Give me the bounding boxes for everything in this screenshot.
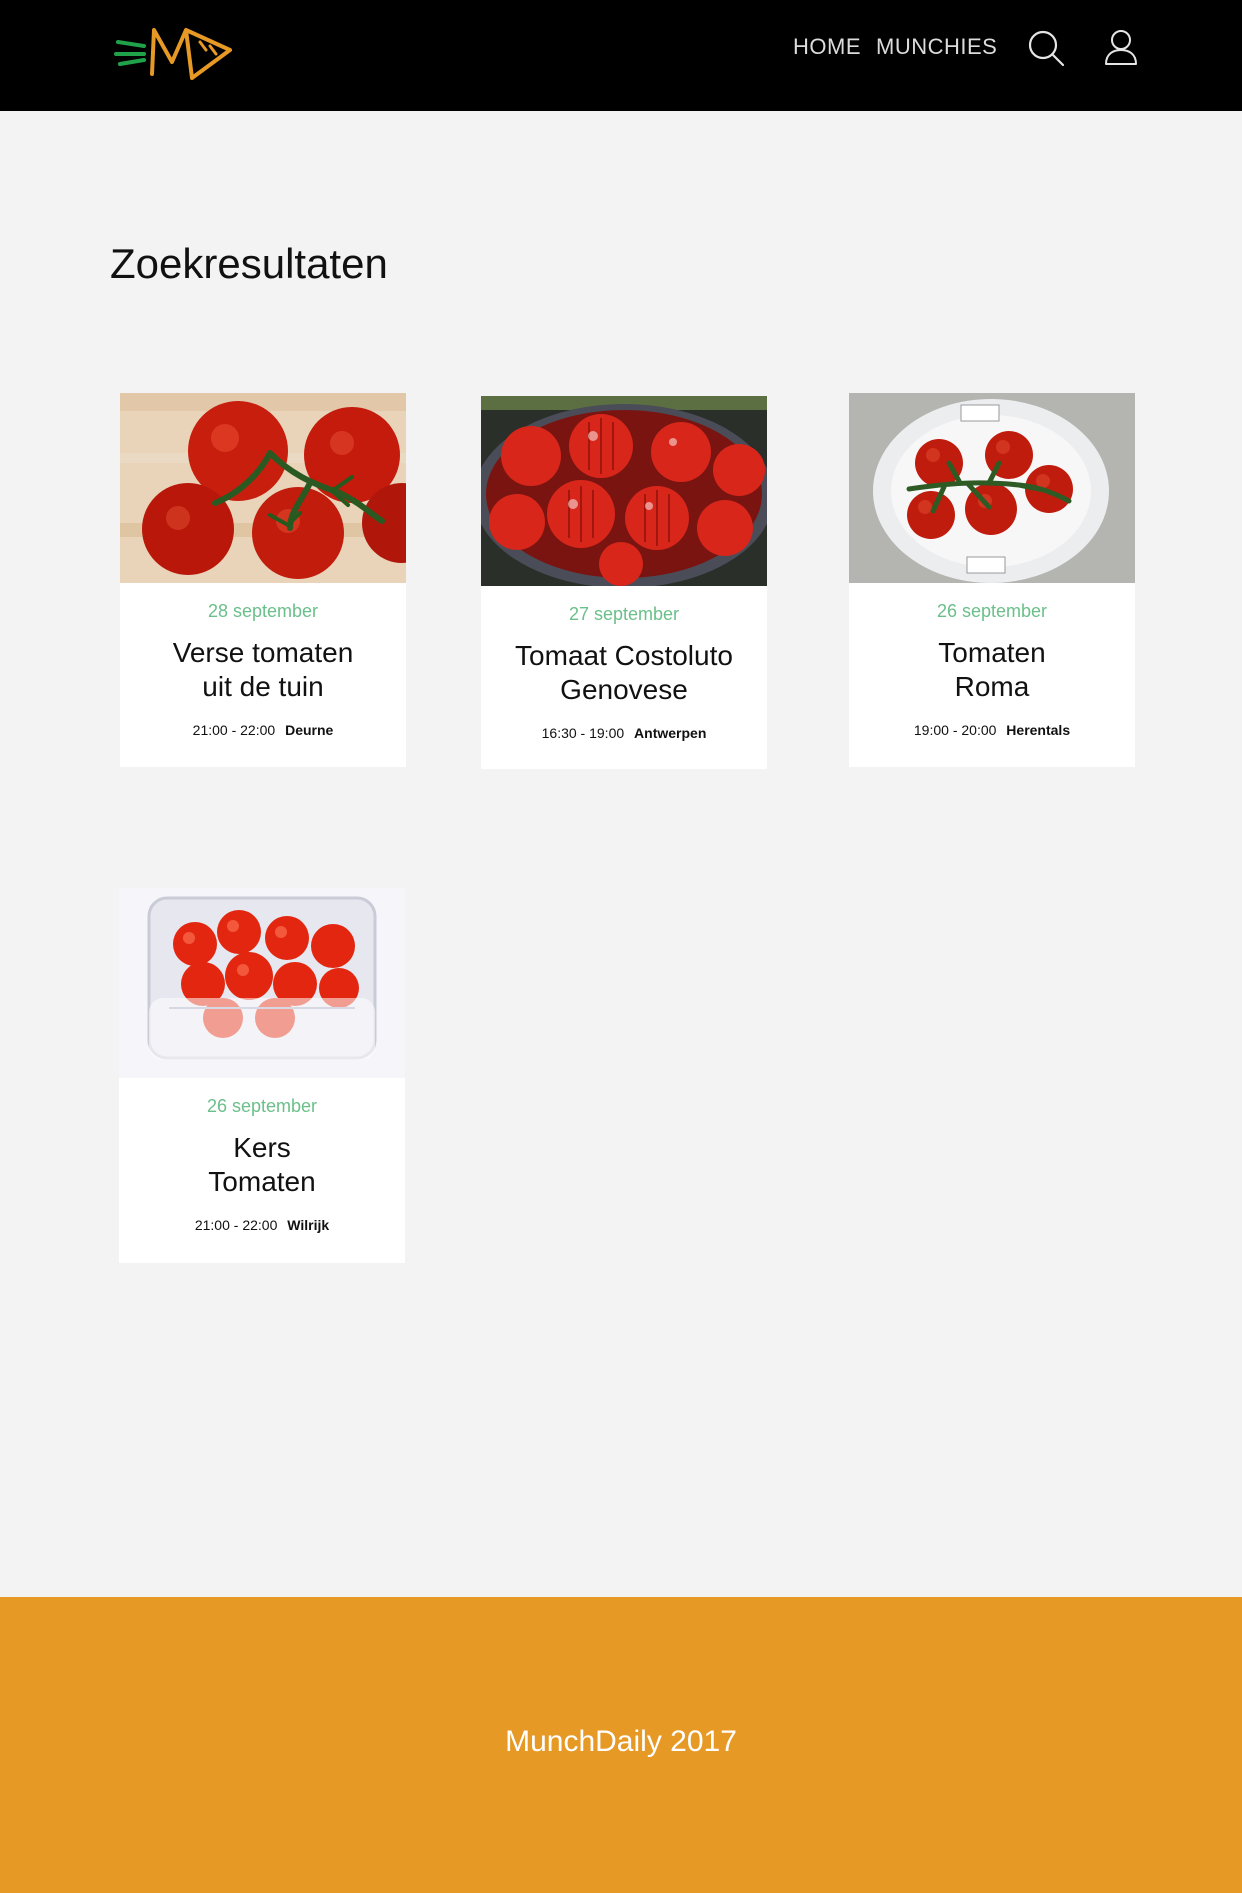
card-title: Tomaten Roma <box>872 636 1112 704</box>
costoluto-tomatoes-bowl-image <box>481 396 767 586</box>
card-meta: 16:30 - 19:00 Antwerpen <box>481 725 767 741</box>
user-icon[interactable] <box>1101 28 1141 68</box>
card-title-line1: Tomaten <box>938 637 1046 668</box>
card-meta: 19:00 - 20:00 Herentals <box>849 722 1135 738</box>
card-date: 26 september <box>206 1096 318 1116</box>
munchdaily-logo-icon[interactable] <box>114 24 236 86</box>
card-location: Deurne <box>285 722 334 738</box>
card-location: Antwerpen <box>634 725 707 741</box>
card-date: 27 september <box>568 604 680 624</box>
card-time: 21:00 - 22:00 <box>192 722 276 738</box>
result-card[interactable]: 26 september Kers Tomaten 21:00 - 22:00 … <box>119 888 405 1263</box>
cherry-tomatoes-box-image <box>119 888 405 1078</box>
result-card[interactable]: 28 september Verse tomaten uit de tuin 2… <box>120 393 406 767</box>
site-footer: MunchDaily 2017 <box>0 1597 1242 1893</box>
card-meta: 21:00 - 22:00 Wilrijk <box>119 1217 405 1233</box>
result-card[interactable]: 26 september Tomaten Roma 19:00 - 20:00 … <box>849 393 1135 767</box>
card-title-line2: uit de tuin <box>202 671 324 702</box>
roma-tomatoes-plate-image <box>849 393 1135 583</box>
card-title-line1: Verse tomaten <box>172 637 354 668</box>
card-title: Kers Tomaten <box>142 1131 382 1199</box>
page-title: Zoekresultaten <box>110 240 388 287</box>
search-icon[interactable] <box>1026 28 1066 68</box>
card-location: Wilrijk <box>287 1217 330 1233</box>
nav-home-link[interactable]: HOME <box>793 34 861 60</box>
card-date: 28 september <box>207 601 319 621</box>
result-card[interactable]: 27 september Tomaat Costoluto Genovese 1… <box>481 396 767 769</box>
card-time: 16:30 - 19:00 <box>541 725 625 741</box>
footer-copyright: MunchDaily 2017 <box>505 1725 737 1758</box>
site-header: HOME MUNCHIES <box>0 0 1242 111</box>
card-title-line2: Tomaten <box>208 1166 316 1197</box>
card-date: 26 september <box>936 601 1048 621</box>
tomatoes-on-vine-image <box>120 393 406 583</box>
card-title: Verse tomaten uit de tuin <box>143 636 383 704</box>
card-title: Tomaat Costoluto Genovese <box>504 639 744 707</box>
card-title-line2: Genovese <box>560 674 688 705</box>
card-meta: 21:00 - 22:00 Deurne <box>120 722 406 738</box>
card-time: 21:00 - 22:00 <box>194 1217 278 1233</box>
nav-munchies-link[interactable]: MUNCHIES <box>876 34 997 60</box>
card-title-line1: Kers <box>233 1132 291 1163</box>
card-title-line1: Tomaat Costoluto <box>515 640 733 671</box>
card-location: Herentals <box>1006 722 1071 738</box>
card-time: 19:00 - 20:00 <box>913 722 997 738</box>
card-title-line2: Roma <box>954 671 1030 702</box>
